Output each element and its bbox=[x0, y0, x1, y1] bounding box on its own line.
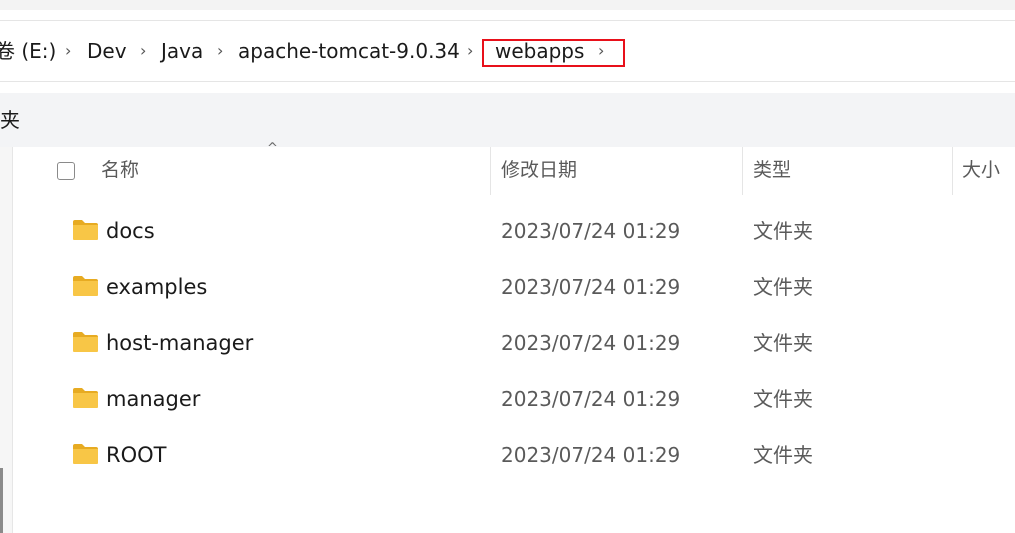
scrollbar-thumb[interactable] bbox=[0, 468, 3, 533]
column-header-date[interactable]: 修改日期 bbox=[501, 157, 577, 183]
window-top-strip bbox=[0, 0, 1015, 10]
column-divider[interactable] bbox=[490, 147, 491, 195]
file-type: 文件夹 bbox=[753, 219, 813, 243]
column-header-size[interactable]: 大小 bbox=[962, 157, 1000, 183]
folder-icon bbox=[73, 276, 98, 296]
file-date: 2023/07/24 01:29 bbox=[501, 275, 681, 299]
column-divider[interactable] bbox=[952, 147, 953, 195]
file-type: 文件夹 bbox=[753, 443, 813, 467]
column-header-name[interactable]: 名称 bbox=[101, 157, 139, 183]
file-date: 2023/07/24 01:29 bbox=[501, 387, 681, 411]
file-row[interactable]: ROOT 2023/07/24 01:29 文件夹 bbox=[12, 427, 1015, 483]
breadcrumb-dev[interactable]: Dev bbox=[87, 38, 127, 64]
file-name: ROOT bbox=[106, 443, 167, 467]
chevron-right-icon[interactable]: › bbox=[65, 38, 71, 64]
file-row[interactable]: manager 2023/07/24 01:29 文件夹 bbox=[12, 371, 1015, 427]
address-bar[interactable]: 卷 (E:) › Dev › Java › apache-tomcat-9.0.… bbox=[0, 20, 1015, 82]
file-name: examples bbox=[106, 275, 208, 299]
file-name: docs bbox=[106, 219, 155, 243]
breadcrumb-drive[interactable]: 卷 (E:) bbox=[0, 38, 56, 64]
column-header-type[interactable]: 类型 bbox=[753, 157, 791, 183]
file-row[interactable]: examples 2023/07/24 01:29 文件夹 bbox=[12, 259, 1015, 315]
file-row[interactable]: host-manager 2023/07/24 01:29 文件夹 bbox=[12, 315, 1015, 371]
folder-icon bbox=[73, 332, 98, 352]
file-type: 文件夹 bbox=[753, 331, 813, 355]
folder-icon bbox=[73, 444, 98, 464]
chevron-right-icon[interactable]: › bbox=[217, 38, 223, 64]
column-header-row: ^ 名称 修改日期 类型 大小 bbox=[12, 141, 1015, 195]
column-divider[interactable] bbox=[742, 147, 743, 195]
breadcrumb-tomcat[interactable]: apache-tomcat-9.0.34 bbox=[238, 38, 460, 64]
file-name: manager bbox=[106, 387, 201, 411]
file-name: host-manager bbox=[106, 331, 254, 355]
file-type: 文件夹 bbox=[753, 275, 813, 299]
file-date: 2023/07/24 01:29 bbox=[501, 331, 681, 355]
file-date: 2023/07/24 01:29 bbox=[501, 219, 681, 243]
file-row[interactable]: docs 2023/07/24 01:29 文件夹 bbox=[12, 203, 1015, 259]
select-all-checkbox[interactable] bbox=[57, 162, 75, 180]
file-type: 文件夹 bbox=[753, 387, 813, 411]
sort-ascending-icon: ^ bbox=[267, 141, 278, 156]
breadcrumb-java[interactable]: Java bbox=[161, 38, 203, 64]
file-date: 2023/07/24 01:29 bbox=[501, 443, 681, 467]
highlight-box bbox=[482, 39, 625, 67]
command-bar: 夹 bbox=[0, 93, 1015, 147]
chevron-right-icon[interactable]: › bbox=[467, 38, 473, 64]
chevron-right-icon[interactable]: › bbox=[140, 38, 146, 64]
command-bar-label: 夹 bbox=[0, 108, 20, 132]
folder-icon bbox=[73, 388, 98, 408]
folder-icon bbox=[73, 220, 98, 240]
